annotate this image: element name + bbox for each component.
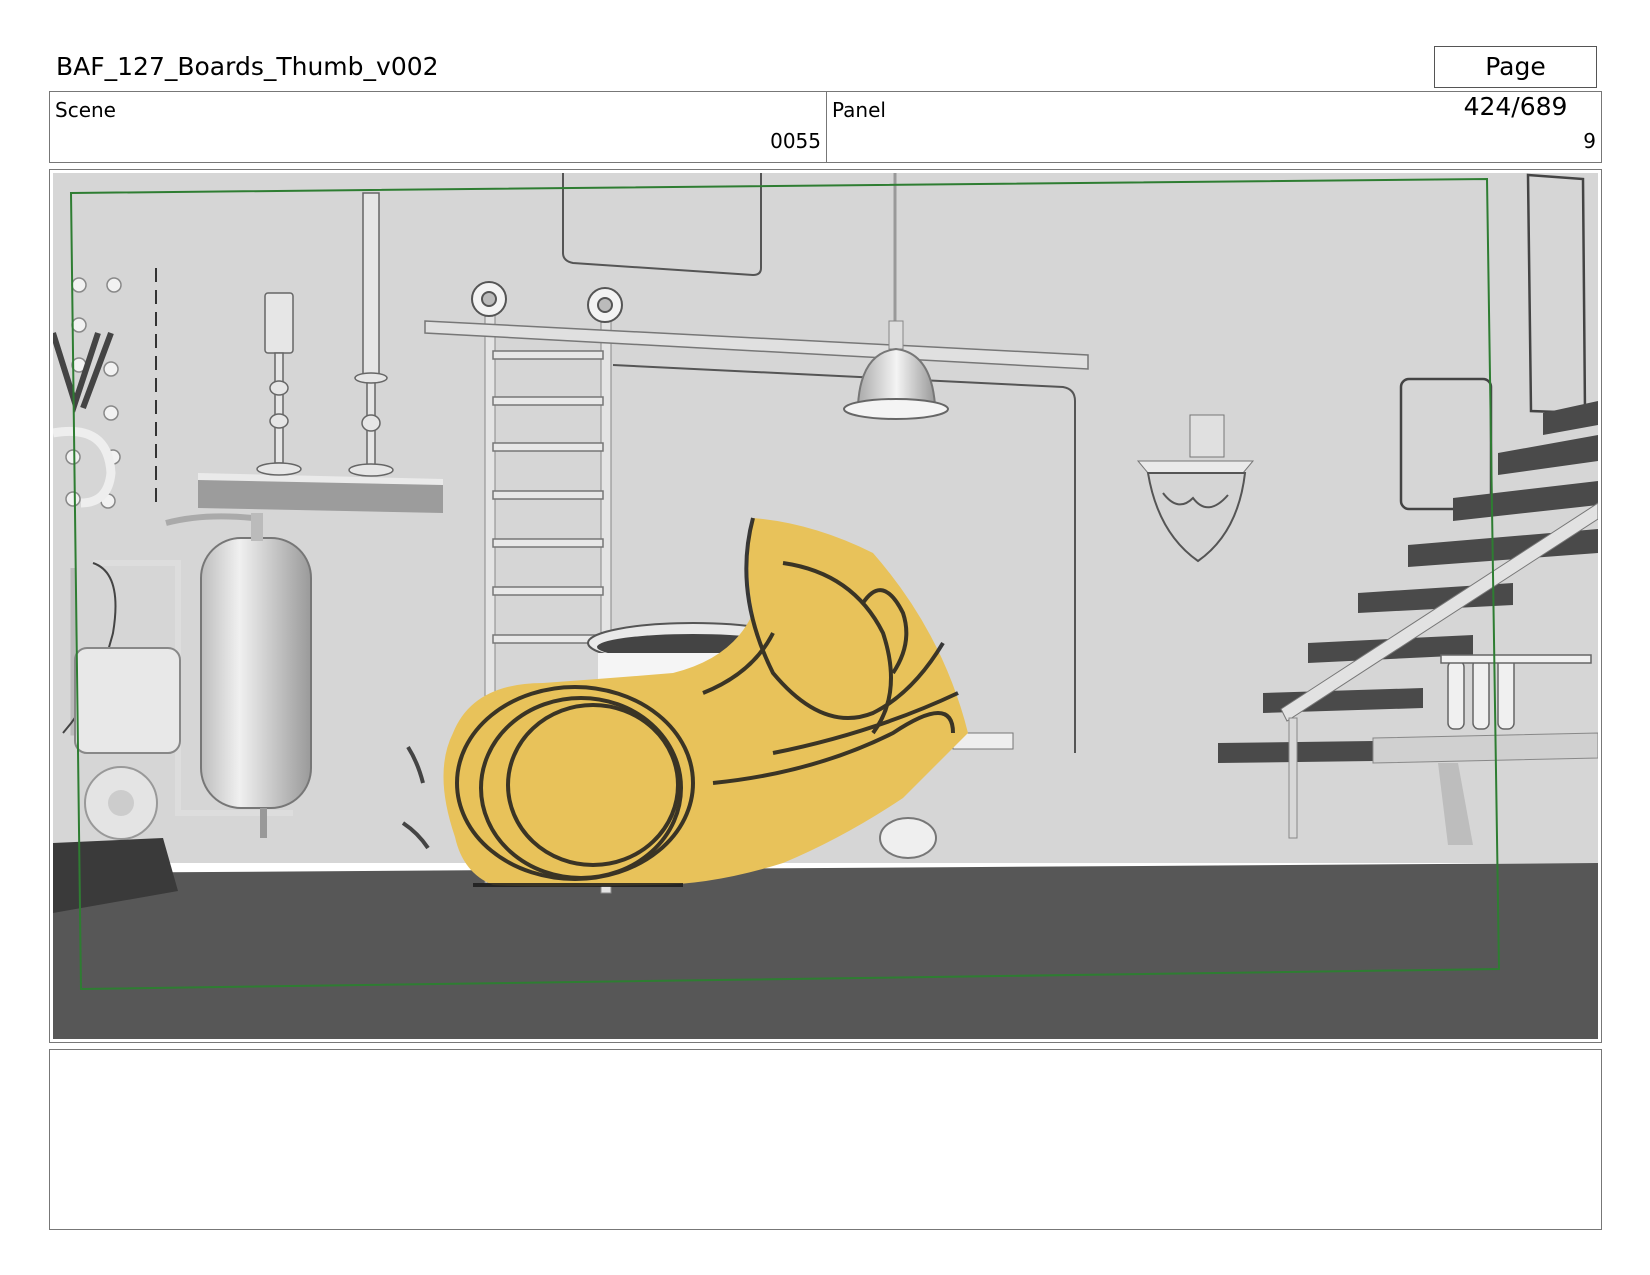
wall-sconce — [1136, 460, 1255, 474]
info-header: Scene 0055 Panel 9 — [49, 91, 1602, 163]
gas-tank — [200, 537, 312, 809]
panel-notes-box — [49, 1049, 1602, 1230]
scene-label: Scene — [55, 98, 116, 122]
panel-cell: Panel 9 — [827, 92, 1601, 162]
scene-number: 0055 — [770, 129, 821, 153]
panel-number: 9 — [1583, 129, 1596, 153]
storyboard-panel-frame — [49, 169, 1602, 1043]
storyboard-drawing — [53, 173, 1598, 1039]
panel-label: Panel — [832, 98, 886, 122]
compressor-box — [74, 647, 181, 754]
scene-cell: Scene 0055 — [50, 92, 827, 162]
bench — [1372, 732, 1598, 764]
floor — [53, 863, 1598, 1039]
document-title: BAF_127_Boards_Thumb_v002 — [56, 52, 439, 81]
page-number: Page 424/689 — [1434, 46, 1597, 121]
